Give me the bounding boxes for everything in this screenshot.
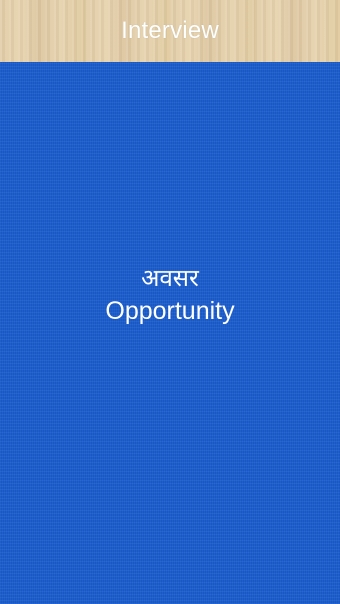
page-title: Interview [121,17,219,44]
flashcard[interactable]: अवसर Opportunity [0,62,340,604]
flashcard-text: अवसर Opportunity [0,262,340,328]
app-header: Interview [0,0,340,62]
app-screen: Interview अवसर Opportunity [0,0,340,604]
english-word: Opportunity [105,297,235,325]
hindi-word: अवसर [141,264,199,292]
